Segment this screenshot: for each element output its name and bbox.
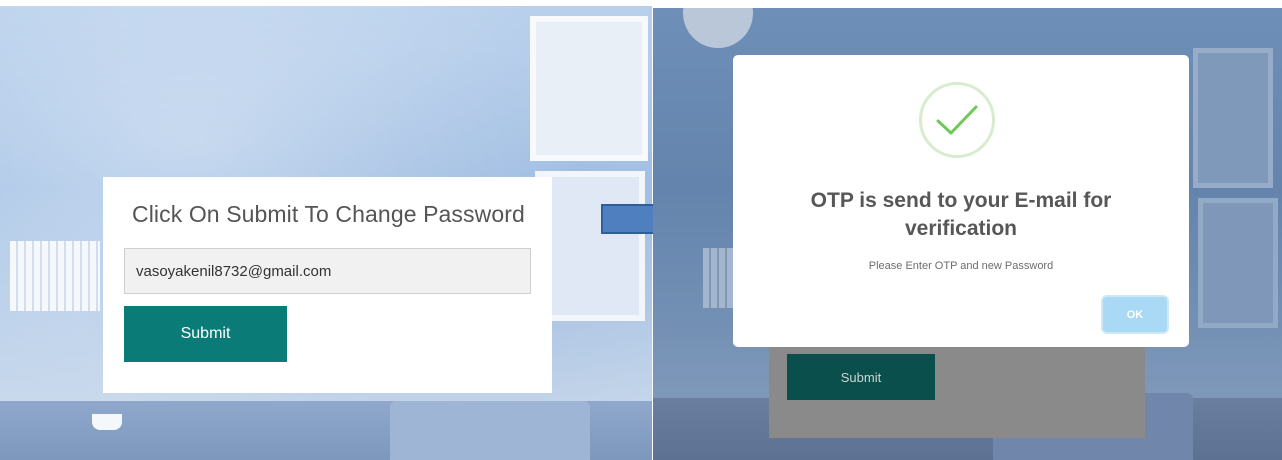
wall-frame — [1193, 48, 1273, 188]
lamp — [683, 8, 753, 48]
otp-modal: OTP is send to your E-mail for verificat… — [733, 55, 1189, 347]
card-title: Click On Submit To Change Password — [132, 201, 525, 227]
email-field[interactable] — [124, 248, 531, 294]
radiator — [10, 241, 100, 311]
change-password-card: Click On Submit To Change Password Submi… — [103, 177, 552, 393]
submit-button[interactable]: Submit — [124, 306, 287, 362]
checkmark-icon — [936, 105, 978, 135]
modal-title: OTP is send to your E-mail for verificat… — [733, 187, 1189, 243]
wall-frame — [530, 16, 648, 161]
chair — [390, 401, 590, 460]
ok-button[interactable]: OK — [1103, 297, 1167, 332]
success-circle — [919, 82, 995, 158]
modal-title-line1: OTP is send to your E-mail for — [810, 189, 1112, 212]
modal-title-line2: verification — [904, 217, 1018, 240]
background-submit-button: Submit — [787, 354, 935, 400]
cup — [92, 414, 122, 430]
wall-frame — [1198, 198, 1278, 328]
modal-message: Please Enter OTP and new Password — [868, 260, 1054, 272]
